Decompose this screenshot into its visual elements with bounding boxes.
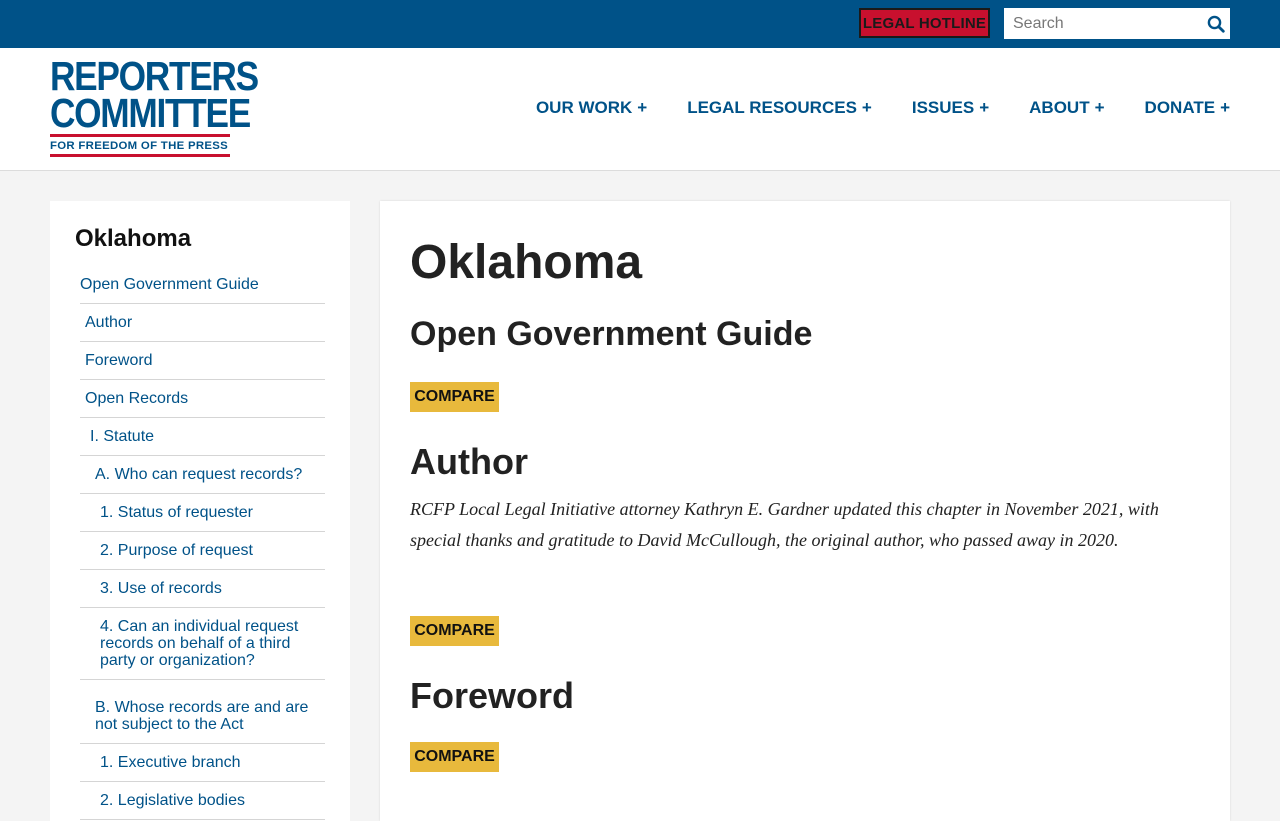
toc-item-who-can-request[interactable]: A. Who can request records?	[80, 456, 325, 494]
compare-button[interactable]: COMPARE	[410, 382, 499, 412]
legal-hotline-button[interactable]: LEGAL HOTLINE	[859, 8, 990, 38]
nav-issues[interactable]: ISSUES +	[912, 98, 989, 118]
toc-item-use-of-records[interactable]: 3. Use of records	[80, 570, 325, 608]
site-header: REPORTERS COMMITTEE FOR FREEDOM OF THE P…	[0, 48, 1280, 171]
logo-tagline: FOR FREEDOM OF THE PRESS	[50, 140, 229, 152]
search-icon[interactable]	[1207, 15, 1225, 33]
sidebar-title: Oklahoma	[75, 225, 192, 252]
search-box	[1004, 8, 1230, 39]
expand-plus-icon: +	[1094, 98, 1105, 117]
toc-item-open-records[interactable]: Open Records	[80, 380, 325, 418]
nav-our-work[interactable]: OUR WORK +	[536, 98, 647, 118]
toc-item-statute[interactable]: I. Statute	[80, 418, 325, 456]
toc-item-executive-branch[interactable]: 1. Executive branch	[80, 744, 325, 782]
expand-plus-icon: +	[979, 98, 990, 117]
main-nav: OUR WORK + LEGAL RESOURCES + ISSUES + ABOUT…	[496, 98, 1230, 118]
section-heading-foreword: Foreword	[410, 675, 575, 716]
main-content: Oklahoma Open Government Guide COMPARE A…	[380, 201, 1230, 821]
toc-item-status-of-requester[interactable]: 1. Status of requester	[80, 494, 325, 532]
nav-legal-resources[interactable]: LEGAL RESOURCES +	[687, 98, 872, 118]
top-utility-bar: LEGAL HOTLINE	[0, 0, 1280, 48]
toc-item-legislative-bodies[interactable]: 2. Legislative bodies	[80, 782, 325, 820]
toc-list: Open Government Guide Author Foreword Op…	[80, 267, 325, 820]
nav-donate[interactable]: DONATE +	[1145, 98, 1230, 118]
compare-button[interactable]: COMPARE	[410, 742, 499, 772]
sidebar-toc: Oklahoma Open Government Guide Author Fo…	[50, 201, 350, 821]
page-title: Oklahoma	[410, 236, 643, 289]
author-paragraph: RCFP Local Legal Initiative attorney Kat…	[410, 499, 1159, 550]
toc-item-whose-records[interactable]: B. Whose records are and are not subject…	[80, 680, 325, 744]
toc-item-third-party-request[interactable]: 4. Can an individual request records on …	[80, 608, 325, 680]
compare-button[interactable]: COMPARE	[410, 616, 499, 646]
toc-item-author[interactable]: Author	[80, 304, 325, 342]
toc-item-foreword[interactable]: Foreword	[80, 342, 325, 380]
search-input[interactable]	[1011, 13, 1205, 34]
section-heading-author: Author	[410, 441, 528, 482]
toc-item-open-government-guide[interactable]: Open Government Guide	[80, 267, 325, 304]
rcfp-logo[interactable]: REPORTERS COMMITTEE FOR FREEDOM OF THE P…	[50, 56, 259, 157]
expand-plus-icon: +	[637, 98, 648, 117]
section-heading-guide: Open Government Guide	[410, 315, 813, 353]
toc-item-purpose-of-request[interactable]: 2. Purpose of request	[80, 532, 325, 570]
expand-plus-icon: +	[861, 98, 872, 117]
logo-line-2: COMMITTEE	[50, 90, 251, 136]
logo-rule	[50, 154, 230, 157]
nav-about[interactable]: ABOUT +	[1029, 98, 1104, 118]
expand-plus-icon: +	[1220, 98, 1230, 117]
